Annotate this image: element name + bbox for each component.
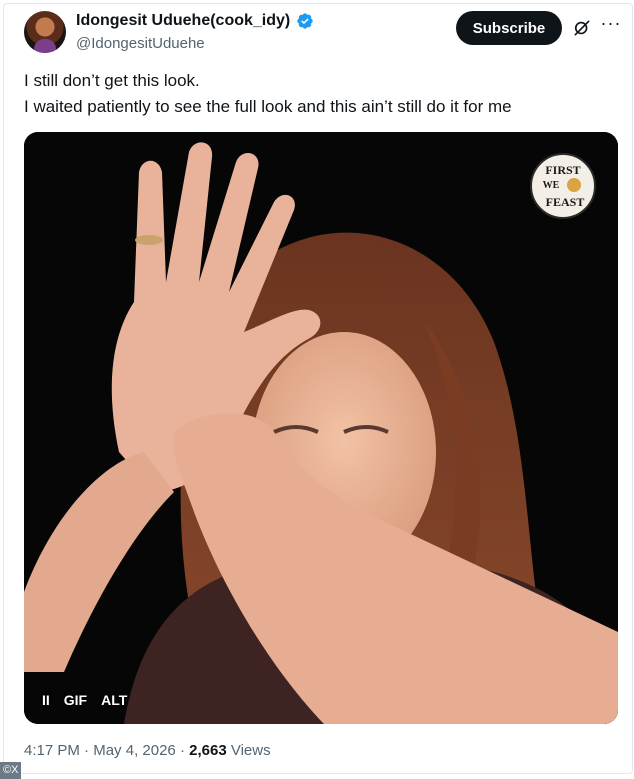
- logo-text-first: FIRST: [545, 163, 580, 177]
- image-credit: ©X: [0, 762, 22, 779]
- tweet-text-line-2: I waited patiently to see the full look …: [24, 97, 512, 116]
- grok-icon[interactable]: [572, 18, 592, 38]
- tweet-date[interactable]: May 4, 2026: [93, 742, 176, 759]
- avatar[interactable]: [24, 11, 66, 53]
- pause-button[interactable]: II: [42, 692, 50, 708]
- more-horizontal-icon[interactable]: ···: [600, 14, 622, 36]
- author-display-name[interactable]: Idongesit Uduehe(cook_idy): [76, 12, 290, 30]
- subscribe-button[interactable]: Subscribe: [456, 11, 562, 45]
- gif-badge: GIF: [63, 692, 88, 708]
- first-we-feast-logo: FIRST WE FEAST: [530, 153, 596, 219]
- tweet-text-line-1: I still don’t get this look.: [24, 71, 200, 90]
- media-controls: II GIF ALT: [42, 692, 127, 708]
- author-handle[interactable]: @IdongesitUduehe: [76, 35, 205, 52]
- logo-text-feast: FEAST: [546, 195, 585, 209]
- tweet-media-gif[interactable]: FIRST WE FEAST II GIF ALT: [24, 132, 618, 724]
- views-count: 2,663: [189, 742, 227, 759]
- views-label: Views: [226, 742, 271, 759]
- gif-frame-image: FIRST WE FEAST: [24, 132, 618, 724]
- meta-separator: ·: [79, 742, 94, 759]
- verified-badge-icon: [297, 13, 313, 29]
- tweet-text: I still don’t get this look. I waited pa…: [24, 68, 614, 120]
- author-name-row: Idongesit Uduehe(cook_idy): [76, 12, 314, 30]
- tweet-time[interactable]: 4:17 PM: [24, 742, 80, 759]
- tweet-card: Idongesit Uduehe(cook_idy) @IdongesitUdu…: [3, 3, 633, 774]
- logo-text-we: WE: [543, 180, 560, 191]
- tweet-meta: 4:17 PM · May 4, 2026 · 2,663 Views: [24, 742, 271, 759]
- alt-text-button[interactable]: ALT: [101, 692, 127, 708]
- meta-separator: ·: [175, 742, 190, 759]
